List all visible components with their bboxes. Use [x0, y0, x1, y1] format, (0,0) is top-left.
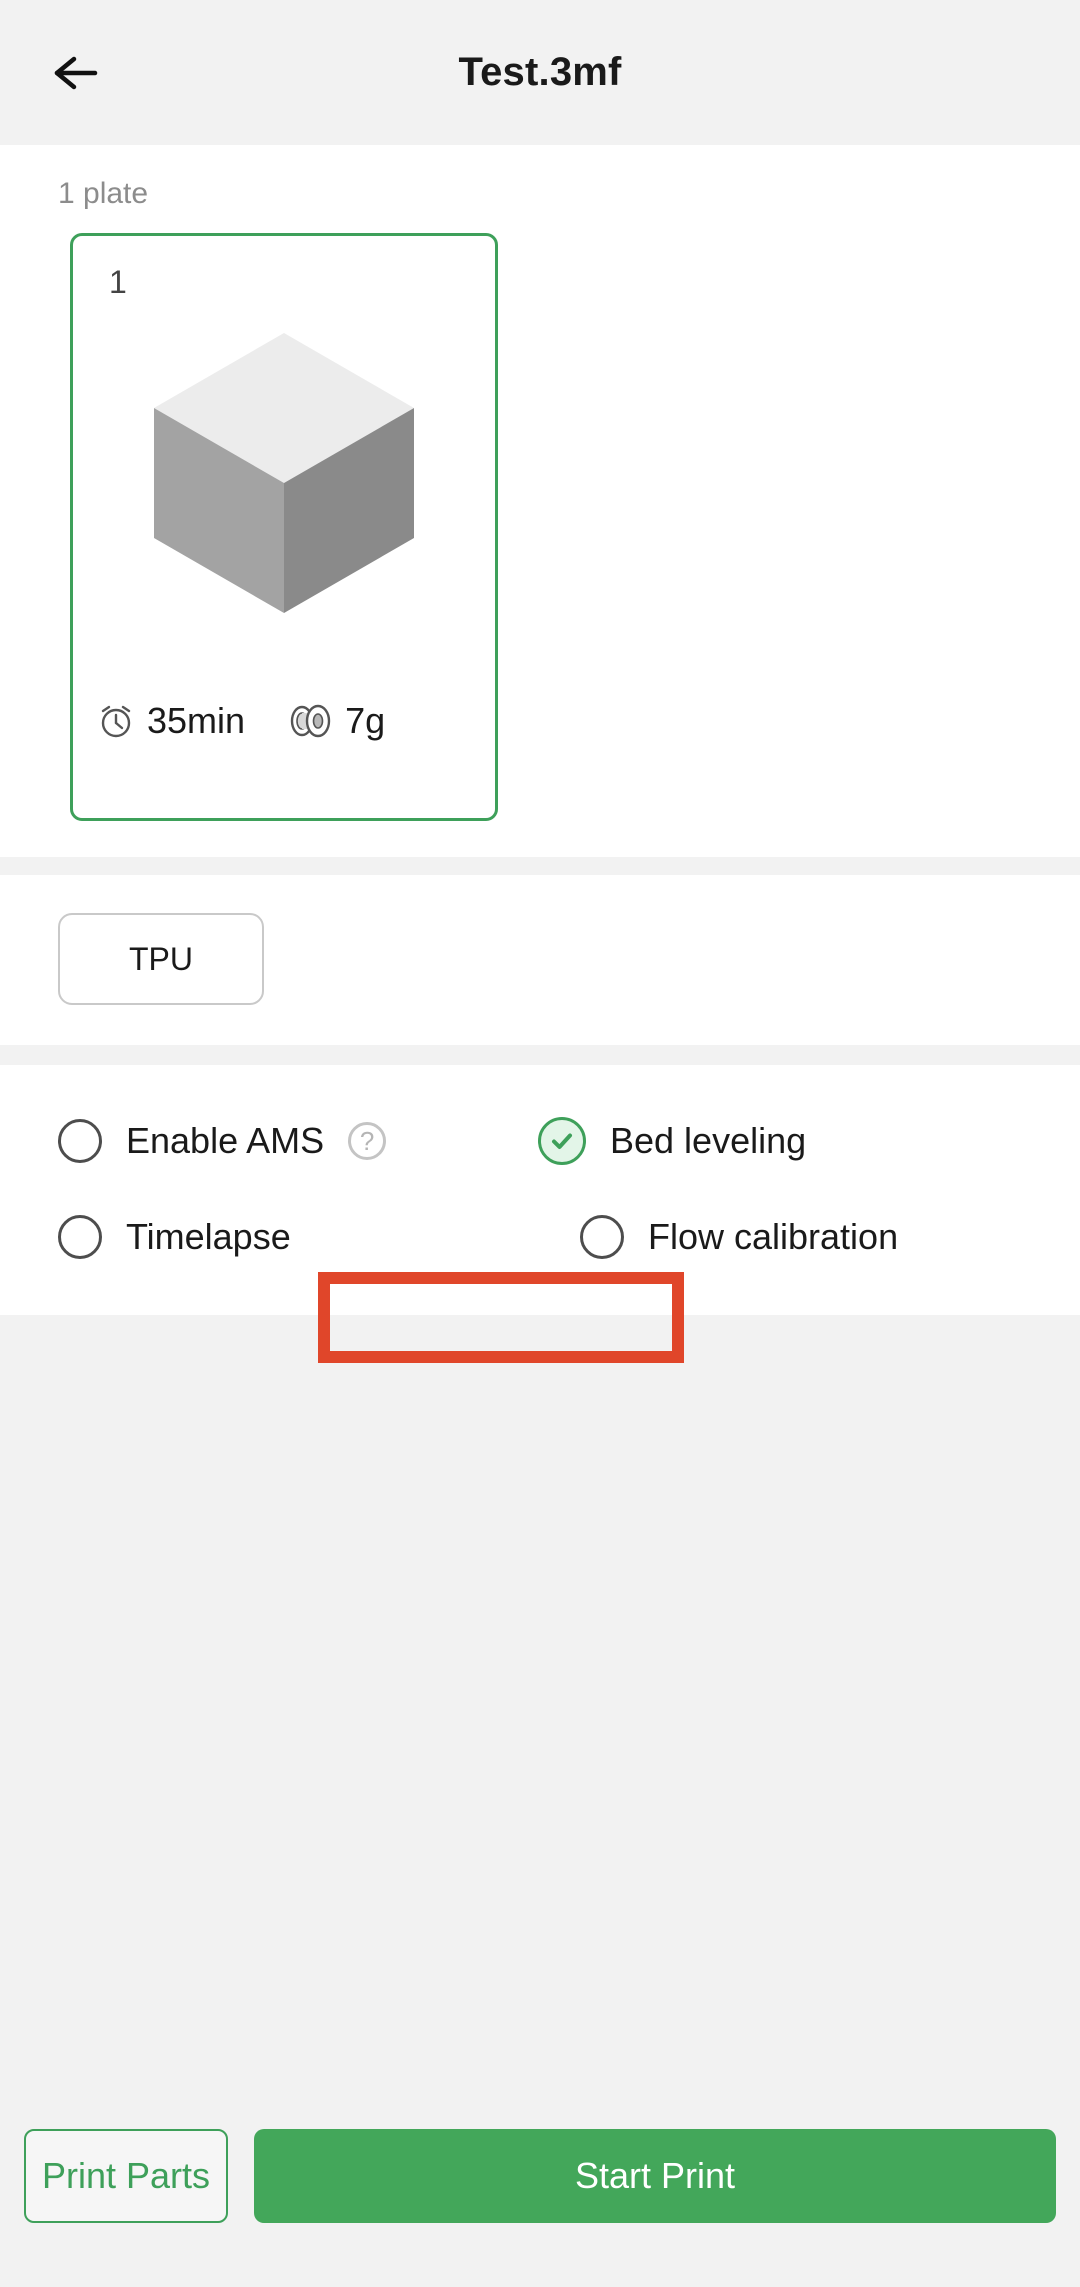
- option-label-bed-leveling: Bed leveling: [610, 1120, 807, 1161]
- plate-time-value: 35min: [147, 700, 246, 741]
- options-grid: Enable AMS ? Bed leveling Timelapse Flow…: [0, 1093, 1080, 1285]
- option-bed-leveling[interactable]: Bed leveling: [538, 1093, 1080, 1189]
- print-parts-button[interactable]: Print Parts: [24, 2129, 228, 2223]
- radio-unchecked-icon[interactable]: [58, 1119, 102, 1163]
- app-header: Test.3mf: [0, 0, 1080, 145]
- plate-weight-stat: 7g: [289, 702, 385, 740]
- option-enable-ams[interactable]: Enable AMS ?: [58, 1093, 538, 1189]
- plate-list: 1 35min 7g: [0, 233, 1080, 821]
- start-print-button[interactable]: Start Print: [254, 2129, 1056, 2223]
- option-flow-calibration[interactable]: Flow calibration: [538, 1189, 1080, 1285]
- question-mark-icon[interactable]: ?: [348, 1122, 387, 1160]
- filament-list: TPU: [0, 913, 1080, 1005]
- print-preview-screen: Test.3mf 1 plate 1 35min 7g TPU Enable A…: [0, 0, 1080, 2287]
- plate-thumbnail: [73, 278, 495, 658]
- radio-unchecked-icon[interactable]: [58, 1215, 102, 1259]
- plate-time-stat: 35min: [97, 702, 245, 740]
- page-title: Test.3mf: [458, 50, 622, 94]
- options-panel: Enable AMS ? Bed leveling Timelapse Flow…: [0, 1065, 1080, 1315]
- content-spacer: [0, 1315, 1080, 2129]
- clock-icon: [97, 702, 135, 740]
- plate-weight-value: 7g: [345, 700, 386, 741]
- plate-card[interactable]: 1 35min 7g: [70, 233, 498, 821]
- section-divider-2: [0, 1045, 1080, 1065]
- filament-spool-icon: [289, 702, 333, 740]
- action-bar: Print Parts Start Print: [0, 2129, 1080, 2287]
- arrow-left-icon: [52, 53, 100, 93]
- section-divider-1: [0, 857, 1080, 875]
- option-label-flow-calibration: Flow calibration: [648, 1216, 899, 1257]
- check-circle-icon[interactable]: [538, 1117, 586, 1165]
- option-timelapse[interactable]: Timelapse: [58, 1189, 538, 1285]
- filament-chip-tpu[interactable]: TPU: [58, 913, 264, 1005]
- option-label-timelapse: Timelapse: [126, 1216, 291, 1257]
- back-button[interactable]: [38, 35, 114, 111]
- plates-panel: 1 plate 1 35min 7g: [0, 145, 1080, 857]
- filament-panel: TPU: [0, 875, 1080, 1045]
- radio-unchecked-icon[interactable]: [580, 1215, 624, 1259]
- option-label-enable-ams: Enable AMS: [126, 1120, 325, 1161]
- plate-stats: 35min 7g: [97, 702, 385, 740]
- plate-count-label: 1 plate: [58, 177, 149, 210]
